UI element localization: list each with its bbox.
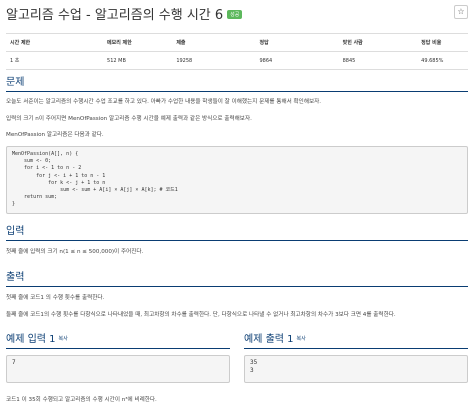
output-text-line: 첫째 줄에 코드1 의 수행 횟수를 출력한다.: [6, 295, 105, 301]
title-row: 알고리즘 수업 - 알고리즘의 수행 시간 6 성공 ☆: [6, 4, 468, 24]
sample-output-line: 3: [250, 367, 254, 374]
header-ratio: 정답 비율: [417, 33, 468, 52]
header-memory-limit: 메모리 제한: [103, 33, 173, 52]
table-header-row: 시간 제한 메모리 제한 제출 정답 맞힌 사람 정답 비율: [6, 33, 468, 52]
output-text-line: 둘째 줄에 코드1의 수행 횟수를 다항식으로 나타내었을 때, 최고차항의 차…: [6, 312, 396, 318]
sample-output-box: 35 3: [244, 355, 468, 383]
star-button[interactable]: ☆: [454, 5, 468, 19]
sample-input-line: 7: [12, 359, 16, 366]
header-accepted: 정답: [255, 33, 339, 52]
output-heading: 출력: [6, 268, 468, 287]
cell-accepted: 9864: [255, 51, 339, 70]
sample-output-heading: 예제 출력 1 복사: [244, 330, 468, 349]
cell-time-limit: 1 초: [6, 51, 104, 70]
header-solvers: 맞힌 사람: [338, 33, 418, 52]
problem-text-line: 입력의 크기 n이 주어지면 MenOfPassion 알고리즘 수행 시간을 …: [6, 116, 252, 122]
cell-ratio: 49.685%: [417, 51, 468, 70]
cell-memory-limit: 512 MB: [103, 51, 173, 70]
problem-info-table: 시간 제한 메모리 제한 제출 정답 맞힌 사람 정답 비율 1 초 512 M…: [6, 33, 468, 70]
problem-text-line: 오늘도 서준이는 알고리즘의 수행시간 수업 조교를 하고 있다. 아빠가 수업…: [6, 99, 322, 105]
sample-input-heading: 예제 입력 1 복사: [6, 330, 230, 349]
cell-submissions: 19258: [172, 51, 256, 70]
copy-sample-input-link[interactable]: 복사: [59, 336, 68, 342]
header-submissions: 제출: [172, 33, 256, 52]
problem-text-line: MenOfPassion 알고리즘은 다음과 같다.: [6, 132, 104, 138]
input-text: 첫째 줄에 입력의 크기 n(1 ≤ n ≤ 500,000)이 주어진다.: [6, 249, 144, 255]
copy-sample-output-link[interactable]: 복사: [297, 336, 306, 342]
algorithm-code-block: MenOfPassion(A[], n) { sum <- 0; for i <…: [6, 146, 468, 214]
table-row: 1 초 512 MB 19258 9864 8845 49.685%: [6, 51, 468, 70]
sample-explanation: 코드1 이 35회 수행되고 알고리즘의 수행 시간이 n³에 비례한다.: [6, 397, 157, 403]
input-heading: 입력: [6, 222, 468, 241]
sample-output-line: 35: [250, 359, 258, 366]
status-badge: 성공: [227, 10, 243, 19]
problem-heading: 문제: [6, 73, 468, 92]
sample-input-box: 7: [6, 355, 230, 383]
header-time-limit: 시간 제한: [6, 33, 104, 52]
page-title: 알고리즘 수업 - 알고리즘의 수행 시간 6 성공: [6, 4, 243, 23]
cell-solvers: 8845: [338, 51, 418, 70]
